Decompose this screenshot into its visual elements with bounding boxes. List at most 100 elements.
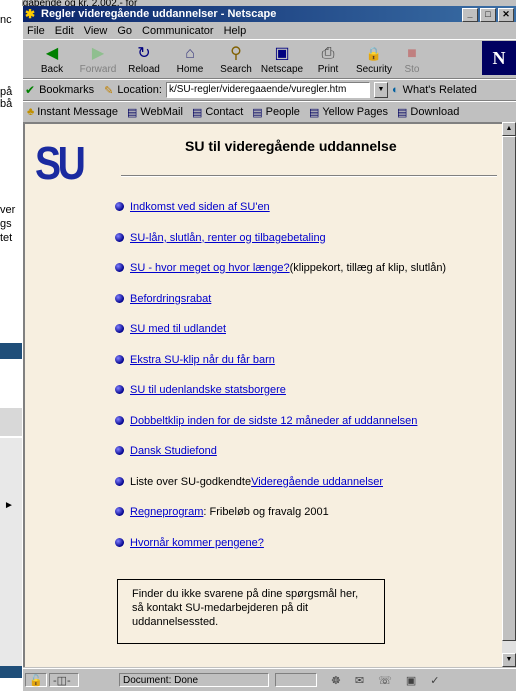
menu-bar: File Edit View Go Communicator Help	[23, 22, 516, 39]
bullet-icon	[115, 476, 124, 486]
vertical-scrollbar[interactable]: ▲ ▼	[502, 122, 516, 667]
netscape-app-icon: ✱	[25, 7, 36, 21]
stop-button[interactable]: ■ Sto	[397, 44, 427, 78]
security-label: Security	[355, 64, 393, 75]
list-item: Hvornår kommer pengene?	[115, 536, 446, 567]
search-icon: ⚲	[230, 45, 242, 62]
link-hvornaar[interactable]: Hvornår kommer pengene?	[130, 536, 264, 550]
bg-panel	[0, 408, 22, 436]
scroll-thumb[interactable]	[502, 136, 516, 641]
progress-panel	[275, 673, 317, 687]
webmail-label: WebMail	[140, 106, 183, 118]
list-item: Regneprogram: Fribeløb og fravalg 2001	[115, 505, 446, 536]
contact-button[interactable]: ▤ Contact	[192, 106, 243, 119]
link-regneprogram[interactable]: Regneprogram	[130, 505, 203, 519]
bullet-icon	[115, 354, 124, 364]
url-field[interactable]: k/SU-regler/videregaaende/vuregler.htm	[165, 82, 370, 98]
scroll-down-icon[interactable]: ▼	[502, 653, 516, 667]
menu-communicator[interactable]: Communicator	[142, 25, 214, 37]
bg-fragment: ver	[0, 204, 16, 216]
tools-icon[interactable]: ✓	[430, 674, 439, 687]
menu-go[interactable]: Go	[117, 25, 132, 37]
yellow-pages-button[interactable]: ▤ Yellow Pages	[309, 106, 388, 119]
netscape-logo[interactable]: N	[482, 41, 516, 75]
mail-icon[interactable]: ✉	[355, 674, 364, 687]
location-icon: ✎	[104, 84, 114, 97]
menu-edit[interactable]: Edit	[55, 25, 74, 37]
menu-view[interactable]: View	[84, 25, 108, 37]
scroll-up-icon[interactable]: ▲	[502, 122, 516, 136]
netscape-button[interactable]: ▣ Netscape	[259, 44, 305, 78]
bg-bar	[0, 666, 22, 678]
link-befordringsrabat[interactable]: Befordringsrabat	[130, 292, 211, 306]
link-su-laan[interactable]: SU-lån, slutlån, renter og tilbagebetali…	[130, 231, 326, 245]
status-text: Document: Done	[119, 673, 269, 687]
item-suffix: : Fribeløb og fravalg 2001	[203, 506, 329, 518]
groups-icon[interactable]: ☏	[378, 674, 392, 687]
list-item: SU-lån, slutlån, renter og tilbagebetali…	[115, 231, 446, 262]
minimize-button[interactable]: _	[462, 8, 478, 22]
navigator-icon[interactable]: ☸	[331, 674, 341, 687]
home-label: Home	[176, 64, 204, 75]
link-ekstra-klip[interactable]: Ekstra SU-klip når du får barn	[130, 353, 275, 367]
search-button[interactable]: ⚲ Search	[213, 44, 259, 78]
bullet-icon	[115, 293, 124, 303]
whats-related-button[interactable]: What's Related	[403, 84, 477, 96]
link-list: Indkomst ved siden af SU'en SU-lån, slut…	[115, 200, 446, 566]
forward-button[interactable]: ▶ Forward	[75, 44, 121, 78]
bookmark-page-icon: ▤	[252, 106, 263, 119]
security-button[interactable]: 🔒 Security	[351, 44, 397, 78]
bullet-icon	[115, 263, 124, 272]
webmail-button[interactable]: ▤ WebMail	[127, 106, 183, 119]
location-label: Location:	[117, 84, 162, 96]
forward-arrow-icon: ▶	[91, 45, 105, 62]
bookmark-page-icon: ▤	[191, 106, 203, 119]
navigation-toolbar: ◀ Back ▶ Forward ↻ Reload ⌂ Home ⚲ Search ▣ Ne…	[23, 39, 516, 79]
print-button[interactable]: ⎙ Print	[305, 44, 351, 78]
reload-button[interactable]: ↻ Reload	[121, 44, 167, 78]
link-indkomst[interactable]: Indkomst ved siden af SU'en	[130, 200, 270, 214]
link-studiefond[interactable]: Dansk Studiefond	[130, 444, 217, 458]
back-label: Back	[40, 64, 64, 75]
list-item: SU til udenlandske statsborgere	[115, 383, 446, 414]
download-label: Download	[410, 106, 460, 118]
whats-related-icon: ◐	[391, 84, 399, 96]
list-item: Befordringsrabat	[115, 292, 446, 323]
browser-window: ✱ Regler videregående uddannelser - Nets…	[22, 6, 516, 691]
download-button[interactable]: ▤ Download	[397, 106, 459, 119]
netscape-icon: ▣	[274, 45, 290, 62]
list-item: Dobbeltklip inden for de sidste 12 måned…	[115, 414, 446, 445]
link-hvor-meget[interactable]: SU - hvor meget og hvor længe?	[130, 261, 290, 275]
link-dobbeltklip[interactable]: Dobbeltklip inden for de sidste 12 måned…	[130, 414, 417, 428]
home-button[interactable]: ⌂ Home	[167, 44, 213, 78]
page-title: SU til videregående uddannelse	[185, 138, 397, 154]
bullet-icon	[115, 446, 124, 455]
bg-fragment: på	[0, 86, 13, 98]
bookmarks-icon: ✔	[25, 83, 36, 97]
link-videregaaende[interactable]: Videregående uddannelser	[251, 475, 383, 489]
divider	[121, 175, 497, 177]
bullet-icon	[115, 385, 124, 394]
url-dropdown-icon[interactable]: ▼	[373, 82, 388, 98]
back-button[interactable]: ◀ Back	[29, 44, 75, 78]
people-button[interactable]: ▤ People	[252, 106, 300, 119]
instant-message-button[interactable]: ♣ Instant Message	[27, 106, 118, 118]
list-item: SU - hvor meget og hvor længe? (klippeko…	[115, 261, 446, 292]
menu-file[interactable]: File	[27, 25, 45, 37]
status-bar: 🔓 -◫- Document: Done ☸ ✉ ☏ ▣ ✓	[23, 668, 516, 691]
page-content: SU SU til videregående uddannelse Indkom…	[23, 122, 503, 667]
bookmarks-button[interactable]: Bookmarks	[39, 84, 94, 96]
netscape-label: Netscape	[260, 64, 304, 75]
list-item: Dansk Studiefond	[115, 444, 446, 475]
instant-message-icon: ♣	[27, 106, 35, 118]
location-toolbar: ✔ Bookmarks ✎ Location: k/SU-regler/vide…	[23, 79, 516, 101]
maximize-button[interactable]: □	[480, 8, 496, 22]
composer-icon[interactable]: ▣	[406, 674, 416, 687]
link-udenlandske[interactable]: SU til udenlandske statsborgere	[130, 383, 286, 397]
link-udlandet[interactable]: SU med til udlandet	[130, 322, 226, 336]
bullet-icon	[115, 232, 124, 242]
menu-help[interactable]: Help	[224, 25, 247, 37]
item-suffix: (klippekort, tillæg af klip, slutlån)	[289, 262, 447, 274]
security-lock-icon[interactable]: 🔓	[25, 673, 47, 687]
close-button[interactable]: ✕	[498, 8, 514, 22]
